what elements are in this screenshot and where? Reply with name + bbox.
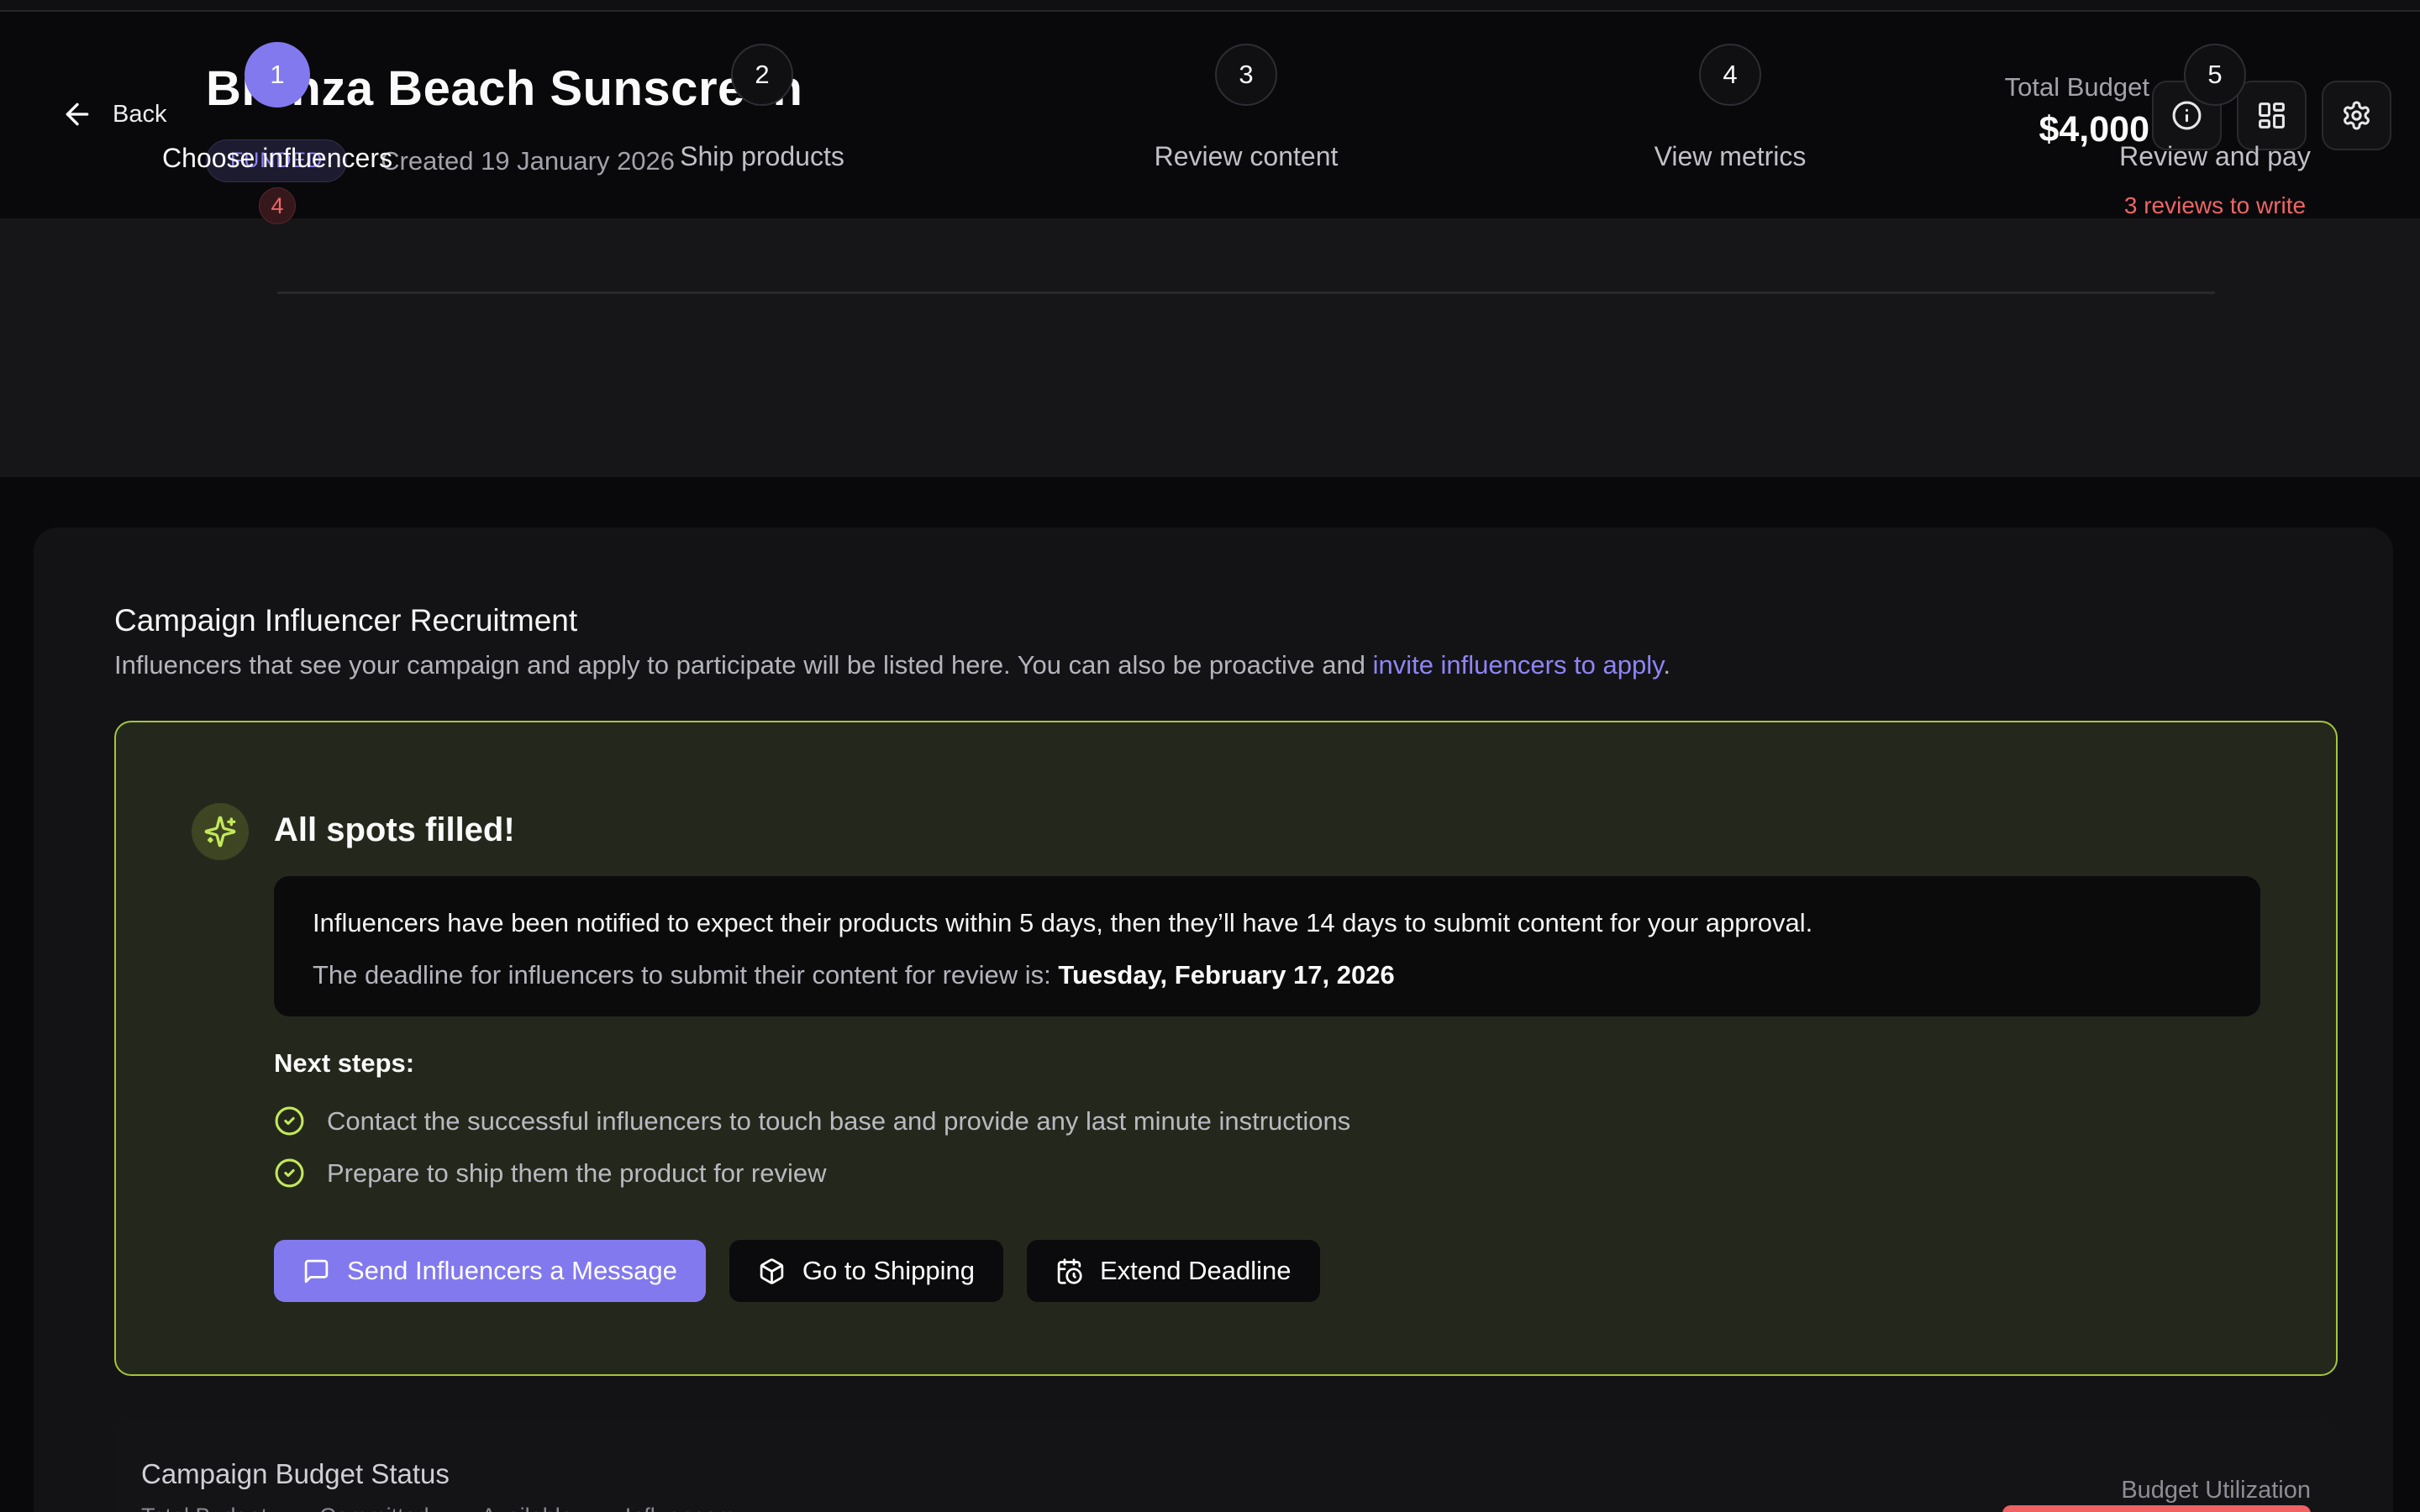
step-5-circle[interactable]: 5 [2184, 44, 2246, 106]
description-text: Influencers that see your campaign and a… [114, 650, 1373, 680]
notice-line-2: The deadline for influencers to submit t… [313, 960, 2222, 990]
step-ship-products[interactable]: 2 Ship products [560, 0, 964, 172]
next-step-item-1: Contact the successful influencers to to… [274, 1105, 1350, 1137]
extend-deadline-button[interactable]: Extend Deadline [1027, 1240, 1320, 1302]
next-steps-label: Next steps: [274, 1048, 414, 1079]
step-3-circle[interactable]: 3 [1215, 44, 1277, 106]
notice-line-1: Influencers have been notified to expect… [313, 908, 2222, 938]
step-4-label: View metrics [1528, 141, 1932, 172]
budget-utilization-bar [2002, 1505, 2311, 1512]
step-5-label: Review and pay [2013, 141, 2417, 172]
col-total-budget: Total Budget [141, 1504, 267, 1512]
step-1-count-badge: 4 [259, 187, 296, 224]
message-square-icon [302, 1257, 330, 1285]
check-circle-icon [274, 1105, 305, 1137]
description-suffix: . [1663, 650, 1670, 680]
step-4-circle[interactable]: 4 [1699, 44, 1761, 106]
next-step-1-text: Contact the successful influencers to to… [327, 1106, 1350, 1137]
step-1-label: Choose influencers [76, 143, 479, 174]
calendar-clock-icon [1055, 1257, 1083, 1285]
step-1-circle[interactable]: 1 [245, 42, 310, 108]
step-choose-influencers[interactable]: 1 Choose influencers 4 [76, 0, 479, 224]
budget-utilization-label: Budget Utilization [2121, 1477, 2311, 1504]
step-review-content[interactable]: 3 Review content [1044, 0, 1448, 172]
step-2-label: Ship products [560, 141, 964, 172]
invite-influencers-link[interactable]: invite influencers to apply [1373, 650, 1664, 680]
section-heading: Campaign Influencer Recruitment [114, 603, 577, 638]
stepper [0, 218, 2420, 477]
check-circle-icon [274, 1158, 305, 1189]
sparkles-icon [203, 815, 237, 848]
sparkle-badge [192, 803, 249, 860]
go-to-shipping-button[interactable]: Go to Shipping [729, 1240, 1003, 1302]
package-icon [758, 1257, 786, 1285]
deadline-date: Tuesday, February 17, 2026 [1058, 960, 1394, 990]
col-committed: Committed [319, 1504, 429, 1512]
step-review-and-pay[interactable]: 5 Review and pay 3 reviews to write [2013, 0, 2417, 219]
budget-status-heading: Campaign Budget Status [141, 1458, 450, 1490]
step-2-circle[interactable]: 2 [731, 44, 793, 106]
send-message-button[interactable]: Send Influencers a Message [274, 1240, 706, 1302]
banner-title: All spots filled! [274, 811, 515, 849]
col-available: Available [481, 1504, 573, 1512]
notice-box: Influencers have been notified to expect… [274, 876, 2260, 1016]
col-influencers: Influencers [625, 1504, 736, 1512]
stepper-connector [277, 291, 2215, 294]
next-step-2-text: Prepare to ship them the product for rev… [327, 1158, 826, 1189]
step-view-metrics[interactable]: 4 View metrics [1528, 0, 1932, 172]
budget-column-labels: Total Budget Committed Available Influen… [141, 1504, 736, 1512]
step-5-note[interactable]: 3 reviews to write [2013, 192, 2417, 219]
next-step-item-2: Prepare to ship them the product for rev… [274, 1158, 826, 1189]
section-description: Influencers that see your campaign and a… [114, 650, 1670, 680]
step-3-label: Review content [1044, 141, 1448, 172]
